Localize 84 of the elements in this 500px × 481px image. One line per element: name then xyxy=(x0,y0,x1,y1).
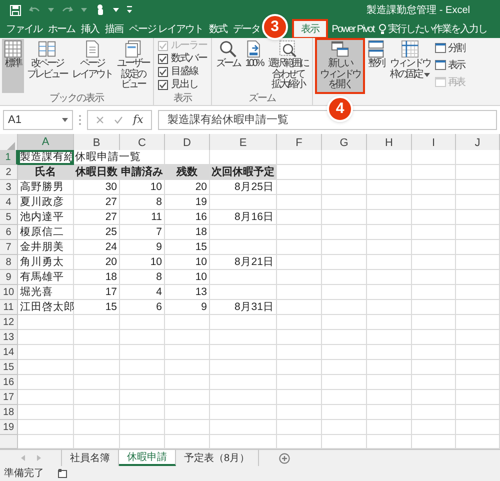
ribbon-button[interactable]: ページ レイアウト xyxy=(70,39,114,93)
ribbon-button[interactable]: 100% xyxy=(243,39,265,93)
header-cell: 氏名 xyxy=(18,165,74,180)
ribbon-tab[interactable]: 表示 xyxy=(292,20,327,38)
scroll-right-icon[interactable] xyxy=(36,455,40,461)
row-header[interactable]: 2 xyxy=(0,165,18,180)
ribbon-button[interactable]: 整列 xyxy=(365,39,387,93)
ribbon-button[interactable]: 新しい ウィンドウ を開く xyxy=(316,39,364,93)
cancel-icon[interactable] xyxy=(96,116,104,124)
ribbon-tab[interactable]: ホーム xyxy=(45,20,78,38)
row-header[interactable]: 10 xyxy=(0,285,18,300)
enter-icon[interactable] xyxy=(114,116,123,124)
status-text: 準備完了 xyxy=(4,466,44,481)
customize-caret-icon[interactable] xyxy=(127,6,132,14)
hide-window-icon xyxy=(435,60,446,70)
checked-box-icon xyxy=(158,67,168,77)
row-header[interactable]: 4 xyxy=(0,195,18,210)
ribbon-button[interactable]: ユーザー 設定の ビュー xyxy=(115,39,151,93)
step-number-badge: 4 xyxy=(327,96,353,122)
header-cell: 次回休暇予定 xyxy=(210,165,277,180)
group-label: ブックの表示 xyxy=(50,93,104,105)
window-title: 製造課勤怠管理 - Excel xyxy=(366,4,470,18)
ribbon-button[interactable]: ズーム xyxy=(214,39,242,93)
tell-me-field[interactable]: 実行したい作業を入力し xyxy=(379,20,488,38)
ribbon-tab[interactable]: Power Pivot xyxy=(328,20,378,38)
row-header[interactable]: 19 xyxy=(0,420,18,435)
ribbon-button[interactable]: 分割 xyxy=(435,41,464,55)
ribbon-tab[interactable]: 挿入 xyxy=(78,20,102,38)
caret-icon xyxy=(424,72,430,77)
name-box[interactable]: A1 xyxy=(3,110,73,130)
group-label: 表示 xyxy=(174,93,192,105)
row-header[interactable]: 9 xyxy=(0,270,18,285)
ribbon-tab[interactable]: ページ レイアウト xyxy=(126,20,206,38)
split-window-icon xyxy=(435,43,446,53)
checked-box-icon xyxy=(158,41,168,51)
checked-box-icon xyxy=(158,80,168,90)
lightbulb-icon xyxy=(379,24,386,34)
row-header[interactable]: 3 xyxy=(0,180,18,195)
row-header[interactable]: 13 xyxy=(0,330,18,345)
macro-record-icon[interactable] xyxy=(58,469,67,478)
checkbox[interactable]: 数式バー xyxy=(158,53,207,65)
row-header[interactable]: 8 xyxy=(0,255,18,270)
row-header[interactable]: 15 xyxy=(0,360,18,375)
two-windows-icon xyxy=(331,40,349,58)
sheet-tab[interactable]: 休暇申請 xyxy=(119,450,176,466)
active-cell-frame xyxy=(18,150,74,165)
save-icon[interactable] xyxy=(10,4,21,16)
row-header[interactable]: 11 xyxy=(0,300,18,315)
ribbon-tab[interactable]: 描画 xyxy=(102,20,126,38)
caret-icon xyxy=(81,8,87,12)
unhide-window-icon xyxy=(435,77,446,87)
row-header[interactable]: 12 xyxy=(0,315,18,330)
add-sheet-icon[interactable] xyxy=(278,452,290,464)
header-cell: 休暇日数 xyxy=(74,165,120,180)
header-cell: 残数 xyxy=(165,165,210,180)
group-label: ズーム xyxy=(248,93,276,105)
caret-icon xyxy=(113,8,119,12)
ribbon-tab[interactable]: データ xyxy=(230,20,263,38)
scroll-left-icon[interactable] xyxy=(20,455,24,461)
drag-handle-icon xyxy=(79,115,81,125)
ribbon-button[interactable]: 選択範囲に 合わせて 拡大/縮小 xyxy=(266,39,310,93)
ribbon-tab[interactable]: ファイル xyxy=(3,20,45,38)
ribbon-button[interactable]: 改ページ プレビュー xyxy=(25,39,69,93)
row-header[interactable]: 7 xyxy=(0,240,18,255)
caret-icon xyxy=(48,8,54,12)
ribbon-tab[interactable]: 数式 xyxy=(206,20,230,38)
checkbox[interactable]: 見出し xyxy=(158,79,207,91)
row-header[interactable]: 17 xyxy=(0,390,18,405)
insert-function-button[interactable]: fx xyxy=(133,112,144,128)
row-header[interactable]: 1 xyxy=(0,150,18,165)
row-header[interactable] xyxy=(0,435,18,449)
ribbon-button[interactable]: 表示 xyxy=(435,58,464,72)
ribbon-button[interactable]: 標準 xyxy=(2,39,24,93)
ribbon-button[interactable]: ウィンドウ 枠の固定 xyxy=(388,39,432,93)
row-header[interactable]: 6 xyxy=(0,225,18,240)
row-header[interactable]: 5 xyxy=(0,210,18,225)
triangle-icon xyxy=(7,142,15,150)
checkbox[interactable]: 目盛線 xyxy=(158,66,207,78)
row-header[interactable]: 16 xyxy=(0,375,18,390)
header-cell: 申請済み xyxy=(120,165,165,180)
checked-box-icon xyxy=(158,54,168,64)
row-header[interactable]: 18 xyxy=(0,405,18,420)
row-header[interactable]: 14 xyxy=(0,345,18,360)
caret-icon xyxy=(62,118,68,122)
